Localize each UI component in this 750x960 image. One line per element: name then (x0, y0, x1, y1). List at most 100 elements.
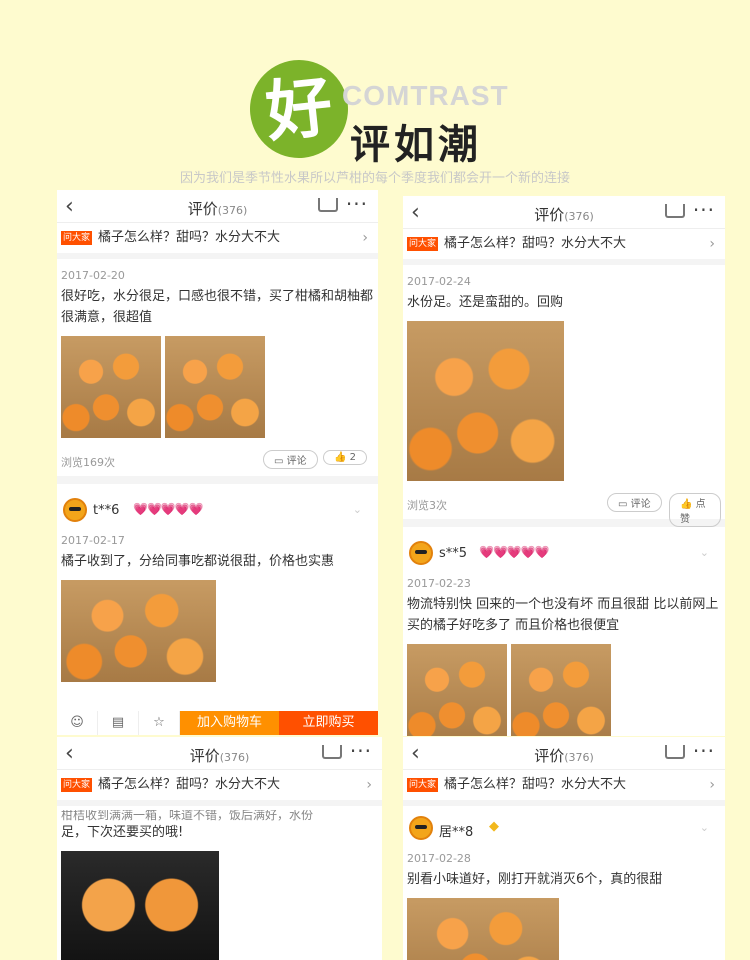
review-photo[interactable] (165, 336, 265, 438)
ask-question: 橘子怎么样？甜吗？水分大不大 (444, 777, 627, 792)
review-footer: 浏览169次 ▭ 评论 👍 2 (61, 448, 374, 476)
avatar[interactable] (409, 816, 433, 840)
review-count: (376) (564, 210, 594, 223)
ask-tag: 问大家 (407, 236, 439, 251)
nav-bar: ‹ 评价(376) ··· (403, 196, 725, 229)
avatar[interactable] (409, 541, 433, 565)
review-photo[interactable] (61, 851, 219, 960)
more-icon[interactable]: ··· (350, 739, 372, 763)
review-footer: 浏览3次 ▭ 评论 👍 点赞 (407, 491, 721, 527)
nav-title: 评价 (187, 200, 218, 218)
ask-question: 橘子怎么样？甜吗？水分大不大 (444, 236, 627, 251)
nav-bar: ‹ 评价(376) ··· (57, 190, 378, 223)
page-title: 评如潮 (350, 121, 482, 168)
review-photo[interactable] (407, 898, 559, 960)
nav-title: 评价 (534, 747, 565, 765)
chevron-down-icon[interactable]: ⌄ (700, 546, 709, 559)
view-count: 浏览169次 (61, 456, 115, 469)
reviewer-name: s**5 (439, 546, 468, 561)
ask-bar[interactable]: 问大家 橘子怎么样？甜吗？水分大不大 › (57, 770, 382, 806)
reviewer: t**6 💗💗💗💗💗 ⌄ (61, 494, 374, 528)
add-to-cart-button[interactable]: 加入购物车 (180, 711, 279, 735)
star-icon[interactable]: ☆ (139, 711, 180, 735)
buy-now-button[interactable]: 立即购买 (279, 711, 378, 735)
review-post: 居**8 ◆ ⌄ 2017-02-28 别看小味道好，刚打开就消灭6个，真的很甜 (403, 806, 725, 960)
reviewer-level-hearts: 💗💗💗💗💗 (479, 545, 550, 559)
review-count: (376) (217, 204, 248, 217)
reviewer: s**5 💗💗💗💗💗 ⌄ (407, 537, 721, 571)
view-count: 浏览3次 (407, 499, 447, 512)
reviewer: 居**8 ◆ ⌄ (407, 812, 721, 846)
store-icon[interactable]: ▤ (98, 711, 139, 735)
chevron-right-icon: › (362, 230, 368, 246)
bottom-bar: ☺ ▤ ☆ 加入购物车 立即购买 (57, 711, 378, 735)
nav-title: 评价 (189, 747, 220, 765)
thumbs-up-icon: 👍 (334, 452, 350, 463)
like-button[interactable]: 👍 2 (323, 450, 368, 465)
header: 好 COMTRAST 评如潮 因为我们是季节性水果所以芦柑的每个季度我们都会开一… (0, 0, 750, 195)
review-text: 别看小味道好，刚打开就消灭6个，真的很甜 (407, 872, 663, 887)
chevron-right-icon: › (709, 236, 715, 252)
cart-icon[interactable] (322, 745, 342, 759)
review-date: 2017-02-20 (61, 269, 125, 282)
tagline: 因为我们是季节性水果所以芦柑的每个季度我们都会开一个新的连接 (179, 171, 570, 186)
ask-question: 橘子怎么样？甜吗？水分大不大 (98, 230, 281, 245)
review-post: 2017-02-24 水份足。还是蛮甜的。回购 浏览3次 ▭ 评论 👍 点赞 s… (403, 265, 725, 736)
review-screenshot-2: ‹ 评价(376) ··· 问大家 橘子怎么样？甜吗？水分大不大 › 2017-0… (403, 196, 725, 736)
cart-icon[interactable] (665, 745, 685, 759)
review-date: 2017-02-28 (407, 852, 471, 865)
ask-tag: 问大家 (61, 230, 93, 245)
ask-tag: 问大家 (407, 777, 439, 792)
review-photo[interactable] (407, 644, 507, 736)
review-photo[interactable] (61, 336, 161, 438)
review-photos (61, 580, 374, 682)
like-button[interactable]: 👍 点赞 (669, 493, 721, 527)
more-icon[interactable]: ··· (693, 198, 715, 222)
ask-tag: 问大家 (61, 777, 93, 792)
comment-button[interactable]: ▭ 评论 (263, 450, 318, 469)
good-badge: 好 (245, 55, 353, 163)
cart-icon[interactable] (665, 204, 685, 218)
comment-icon: ▭ (618, 499, 631, 510)
comment-icon: ▭ (274, 456, 287, 467)
review-photos (407, 321, 721, 481)
avatar[interactable] (63, 498, 87, 522)
nav-bar: ‹ 评价(376) ··· (57, 737, 382, 770)
review-photo[interactable] (61, 580, 216, 682)
review-screenshot-3: ‹ 评价(376) ··· 问大家 橘子怎么样？甜吗？水分大不大 › 柑桔收到满满… (57, 737, 382, 960)
review-date: 2017-02-24 (407, 275, 471, 288)
review-text: 物流特别快 回来的一个也没有坏 而且很甜 比以前网上买的橘子好吃多了 而且价格也… (407, 597, 719, 633)
review-screenshot-4: ‹ 评价(376) ··· 问大家 橘子怎么样？甜吗？水分大不大 › 居**8 ◆… (403, 737, 725, 960)
smiley-icon[interactable]: ☺ (57, 711, 98, 735)
review-photo[interactable] (511, 644, 611, 736)
review-text: 很好吃，水分很足，口感也很不错，买了柑橘和胡柚都很满意，很超值 (61, 289, 374, 325)
review-photos (61, 851, 378, 960)
ask-bar[interactable]: 问大家 橘子怎么样？甜吗？水分大不大 › (403, 770, 725, 806)
review-photos (61, 336, 374, 438)
ask-bar[interactable]: 问大家 橘子怎么样？甜吗？水分大不大 › (57, 223, 378, 259)
more-icon[interactable]: ··· (693, 739, 715, 763)
diamond-icon: ◆ (489, 819, 499, 834)
comment-button[interactable]: ▭ 评论 (607, 493, 662, 512)
review-date: 2017-02-17 (61, 534, 125, 547)
reviewer-name: t**6 (93, 503, 120, 518)
review-text: 足，下次还要买的哦! (61, 825, 184, 840)
reviewer-level-hearts: 💗💗💗💗💗 (133, 502, 204, 516)
ask-bar[interactable]: 问大家 橘子怎么样？甜吗？水分大不大 › (403, 229, 725, 265)
reviewer-name: 居**8 (439, 825, 474, 840)
more-icon[interactable]: ··· (346, 192, 368, 216)
ask-question: 橘子怎么样？甜吗？水分大不大 (98, 777, 281, 792)
chevron-down-icon[interactable]: ⌄ (353, 503, 362, 516)
review-post: 2017-02-20 很好吃，水分很足，口感也很不错，买了柑橘和胡柚都很满意，很… (57, 259, 378, 682)
review-photos (407, 644, 721, 736)
review-photos (407, 898, 721, 960)
cart-icon[interactable] (318, 198, 338, 212)
review-photo[interactable] (407, 321, 564, 481)
review-post: 柑桔收到满满一箱，味道不错，饭后满好，水份 足，下次还要买的哦! (57, 806, 382, 960)
thumbs-up-icon: 👍 (680, 499, 696, 510)
chevron-down-icon[interactable]: ⌄ (700, 821, 709, 834)
chevron-right-icon: › (366, 777, 372, 793)
nav-bar: ‹ 评价(376) ··· (403, 737, 725, 770)
nav-title: 评价 (534, 206, 565, 224)
chevron-right-icon: › (709, 777, 715, 793)
